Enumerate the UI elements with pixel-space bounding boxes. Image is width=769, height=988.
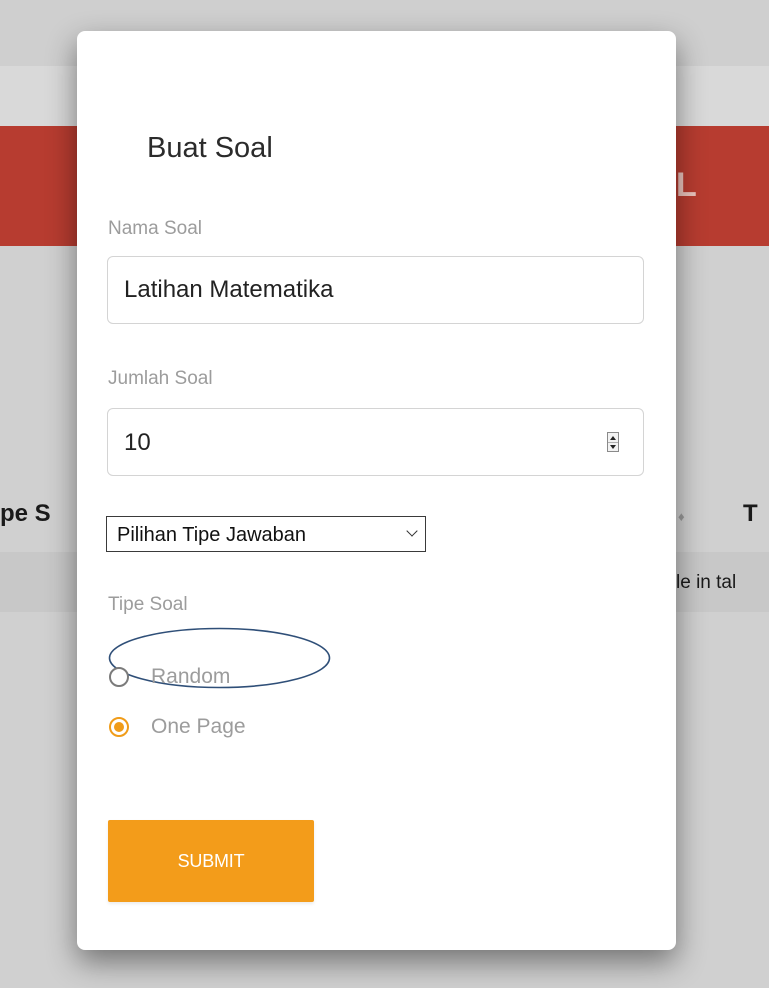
radio-option-random-label: Random — [151, 665, 231, 688]
background-table-row-text: le in tal — [676, 572, 737, 593]
tipe-jawaban-selected-value: Pilihan Tipe Jawaban — [117, 524, 307, 546]
background-hero-text: L — [676, 166, 697, 204]
radio-option-one-page[interactable]: One Page — [109, 714, 246, 740]
radio-option-one-page-label: One Page — [151, 715, 246, 738]
triangle-down-icon — [610, 444, 616, 449]
radio-unchecked-icon[interactable] — [109, 667, 129, 687]
nama-soal-label: Nama Soal — [108, 218, 202, 239]
buat-soal-modal: Buat Soal Nama Soal Jumlah Soal 10 Pilih… — [77, 31, 676, 950]
radio-option-random[interactable]: Random — [109, 664, 230, 690]
number-stepper[interactable] — [607, 432, 619, 452]
submit-button[interactable]: SUBMIT — [108, 820, 314, 902]
radio-dot — [114, 722, 124, 732]
jumlah-soal-input[interactable]: 10 — [107, 408, 644, 476]
background-table-header-left: pe S — [0, 500, 51, 527]
stepper-down-button[interactable] — [608, 442, 618, 451]
jumlah-soal-value: 10 — [124, 429, 151, 456]
radio-checked-icon[interactable] — [109, 717, 129, 737]
background-table-header-right: T — [743, 500, 758, 527]
modal-title: Buat Soal — [147, 132, 273, 164]
triangle-up-icon — [610, 435, 616, 440]
nama-soal-input[interactable] — [107, 256, 644, 324]
tipe-jawaban-select[interactable]: Pilihan Tipe Jawaban — [106, 516, 426, 552]
jumlah-soal-label: Jumlah Soal — [108, 368, 213, 389]
tipe-soal-label: Tipe Soal — [108, 594, 188, 615]
sort-icon: ♦ — [678, 509, 685, 524]
chevron-down-icon — [406, 525, 418, 537]
